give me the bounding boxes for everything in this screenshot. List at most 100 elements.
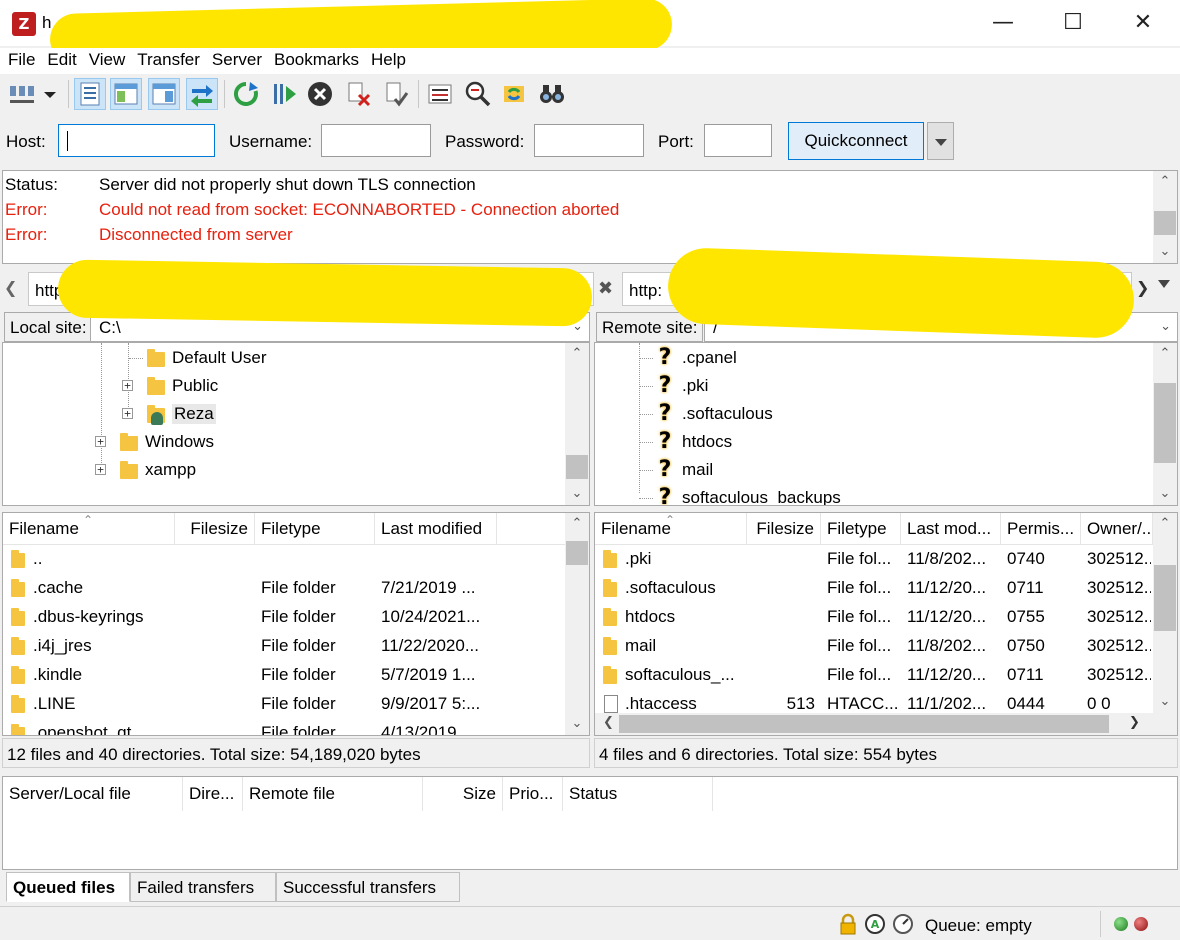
tab-list-dropdown-icon[interactable] (1158, 280, 1170, 288)
process-queue-button[interactable] (268, 78, 300, 110)
log-scrollbar[interactable]: ⌃ ⌄ (1153, 171, 1177, 263)
scroll-thumb[interactable] (1154, 383, 1176, 463)
table-row[interactable]: .kindle File folder 5/7/2019 1... (3, 661, 565, 690)
tree-node[interactable]: ? softaculous_backups (639, 485, 939, 505)
search-remote-files-button[interactable] (536, 78, 568, 110)
scroll-down-icon[interactable]: ⌄ (565, 713, 589, 735)
column-header-owner[interactable]: Owner/... (1081, 513, 1153, 545)
queue-column-size[interactable]: Size (423, 777, 503, 811)
site-manager-button[interactable] (6, 78, 38, 110)
queue-column-remote-file[interactable]: Remote file (243, 777, 423, 811)
scroll-thumb[interactable] (1154, 211, 1176, 235)
scroll-up-icon[interactable]: ⌃ (1153, 171, 1177, 193)
menu-view[interactable]: View (81, 48, 130, 70)
scroll-thumb[interactable] (566, 541, 588, 565)
scroll-thumb[interactable] (1154, 565, 1176, 631)
close-button[interactable]: ✕ (1108, 0, 1178, 46)
tab-scroll-left-icon[interactable]: ❮ (4, 278, 17, 297)
scroll-left-icon[interactable]: ❮ (603, 715, 614, 730)
table-row[interactable]: .openshot_qt File folder 4/13/2019 ... (3, 719, 565, 735)
toggle-local-tree-button[interactable] (110, 78, 142, 110)
speed-limit-icon[interactable]: A (864, 913, 886, 935)
reconnect-button[interactable] (380, 78, 412, 110)
menu-transfer[interactable]: Transfer (129, 48, 204, 70)
expand-icon[interactable]: + (122, 380, 133, 391)
local-tree-scrollbar[interactable]: ⌃ ⌄ (565, 343, 589, 505)
scroll-down-icon[interactable]: ⌄ (1153, 241, 1177, 263)
tree-node[interactable]: + Public (121, 373, 421, 399)
column-header-filetype[interactable]: Filetype (255, 513, 375, 545)
scroll-down-icon[interactable]: ⌄ (1153, 691, 1177, 713)
expand-icon[interactable]: + (95, 436, 106, 447)
expand-icon[interactable]: + (122, 408, 133, 419)
tree-node[interactable]: ? .pki (639, 373, 939, 399)
table-row[interactable]: .LINE File folder 9/9/2017 5:... (3, 690, 565, 719)
tree-node[interactable]: Default User (129, 345, 429, 371)
toggle-remote-tree-button[interactable] (148, 78, 180, 110)
maximize-button[interactable]: ☐ (1038, 0, 1108, 46)
toggle-message-log-button[interactable] (74, 78, 106, 110)
disconnect-button[interactable] (342, 78, 374, 110)
column-header-filesize[interactable]: Filesize (175, 513, 255, 545)
menu-server[interactable]: Server (204, 48, 266, 70)
scroll-thumb[interactable] (566, 455, 588, 479)
tab-queued-files[interactable]: Queued files (6, 872, 130, 902)
host-input[interactable] (58, 124, 215, 157)
scroll-up-icon[interactable]: ⌃ (565, 513, 589, 535)
quickconnect-history-dropdown[interactable] (927, 122, 954, 160)
queue-column-server-local-file[interactable]: Server/Local file (3, 777, 183, 811)
column-header-filesize[interactable]: Filesize (747, 513, 821, 545)
site-manager-dropdown[interactable] (38, 78, 62, 110)
tree-node[interactable]: ? mail (639, 457, 939, 483)
refresh-button[interactable] (230, 78, 262, 110)
tab-failed-transfers[interactable]: Failed transfers (130, 872, 276, 902)
menu-file[interactable]: File (0, 48, 39, 70)
column-header-last-modified[interactable]: Last mod... (901, 513, 1001, 545)
tree-node[interactable]: + xampp (94, 457, 394, 483)
menu-help[interactable]: Help (363, 48, 410, 70)
cancel-operation-button[interactable] (304, 78, 336, 110)
tab-successful-transfers[interactable]: Successful transfers (276, 872, 460, 902)
remote-file-list-scrollbar[interactable]: ⌃ ⌄ (1153, 513, 1177, 713)
table-row[interactable]: .cache File folder 7/21/2019 ... (3, 574, 565, 603)
table-row[interactable]: htdocs File fol... 11/12/20... 0755 302512..… (595, 603, 1153, 632)
remote-tree-scrollbar[interactable]: ⌃ ⌄ (1153, 343, 1177, 505)
menu-edit[interactable]: Edit (39, 48, 80, 70)
remote-file-list-hscrollbar[interactable]: ❮ ❯ (595, 713, 1177, 735)
tree-node[interactable]: + Windows (94, 429, 394, 455)
table-row[interactable]: mail File fol... 11/8/202... 0750 302512... (595, 632, 1153, 661)
port-input[interactable] (704, 124, 772, 157)
toggle-transfer-queue-button[interactable] (186, 78, 218, 110)
password-input[interactable] (534, 124, 644, 157)
username-input[interactable] (321, 124, 431, 157)
column-header-last-modified[interactable]: Last modified (375, 513, 497, 545)
tree-node[interactable]: ? htdocs (639, 429, 939, 455)
queue-column-direction[interactable]: Dire... (183, 777, 243, 811)
menu-bookmarks[interactable]: Bookmarks (266, 48, 363, 70)
minimize-button[interactable]: — (968, 0, 1038, 46)
chevron-down-icon[interactable]: ⌄ (1160, 319, 1171, 334)
table-row[interactable]: .. (3, 545, 565, 574)
table-row[interactable]: softaculous_... File fol... 11/12/20... 071… (595, 661, 1153, 690)
queue-column-status[interactable]: Status (563, 777, 713, 811)
scroll-up-icon[interactable]: ⌃ (565, 343, 589, 365)
queue-column-priority[interactable]: Prio... (503, 777, 563, 811)
tree-node[interactable]: ? .cpanel (639, 345, 939, 371)
close-tab-icon[interactable]: ✖ (598, 278, 613, 299)
scroll-up-icon[interactable]: ⌃ (1153, 343, 1177, 365)
quickconnect-button[interactable]: Quickconnect (788, 122, 924, 160)
synchronized-browsing-button[interactable] (498, 78, 530, 110)
table-row[interactable]: .dbus-keyrings File folder 10/24/2021... (3, 603, 565, 632)
scroll-up-icon[interactable]: ⌃ (1153, 513, 1177, 535)
table-row[interactable]: .i4j_jres File folder 11/22/2020... (3, 632, 565, 661)
gauge-icon[interactable] (892, 913, 914, 935)
scroll-down-icon[interactable]: ⌄ (565, 483, 589, 505)
directory-listing-filters-button[interactable] (424, 78, 456, 110)
column-header-permissions[interactable]: Permis... (1001, 513, 1081, 545)
scroll-thumb[interactable] (619, 715, 1109, 733)
compare-directories-button[interactable] (462, 78, 494, 110)
tree-node[interactable]: + Reza (121, 401, 421, 427)
column-header-filetype[interactable]: Filetype (821, 513, 901, 545)
scroll-right-icon[interactable]: ❯ (1129, 715, 1140, 730)
expand-icon[interactable]: + (95, 464, 106, 475)
